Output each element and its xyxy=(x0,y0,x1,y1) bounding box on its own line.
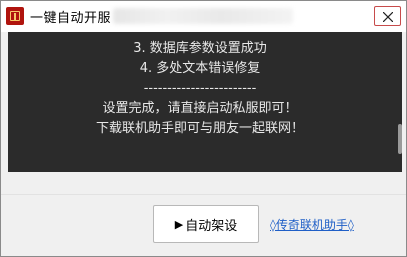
helper-link[interactable]: ◊传奇联机助手◊ xyxy=(270,216,354,233)
log-line: 下载联机助手即可与朋友一起联网！ xyxy=(95,121,304,136)
log-line: 4. 多处文本错误修复 xyxy=(139,61,261,76)
close-icon xyxy=(383,12,393,22)
log-lines: 3. 数据库参数设置成功 4. 多处文本错误修复 ---------------… xyxy=(8,39,392,139)
close-button[interactable] xyxy=(374,6,401,26)
app-window: 一键自动开服 3. 数据库参数设置成功 4. 多处文本错误修复 --------… xyxy=(0,0,407,257)
log-line: ------------------------ xyxy=(143,81,257,96)
console-scrollbar-thumb[interactable] xyxy=(398,124,402,154)
window-title: 一键自动开服 xyxy=(30,11,112,26)
log-line: 设置完成，请直接启动私服即可！ xyxy=(102,101,298,116)
app-logo-icon xyxy=(6,7,24,25)
log-line: 3. 数据库参数设置成功 xyxy=(133,41,267,56)
auto-setup-label: 自动架设 xyxy=(185,218,238,234)
blurred-title-suffix xyxy=(113,8,293,24)
log-console[interactable]: 3. 数据库参数设置成功 4. 多处文本错误修复 ---------------… xyxy=(8,32,402,172)
play-icon: ▶ xyxy=(174,217,184,231)
divider xyxy=(1,194,406,195)
auto-setup-button[interactable]: ▶ 自动架设 xyxy=(153,205,259,243)
title-bar[interactable]: 一键自动开服 xyxy=(1,1,406,32)
